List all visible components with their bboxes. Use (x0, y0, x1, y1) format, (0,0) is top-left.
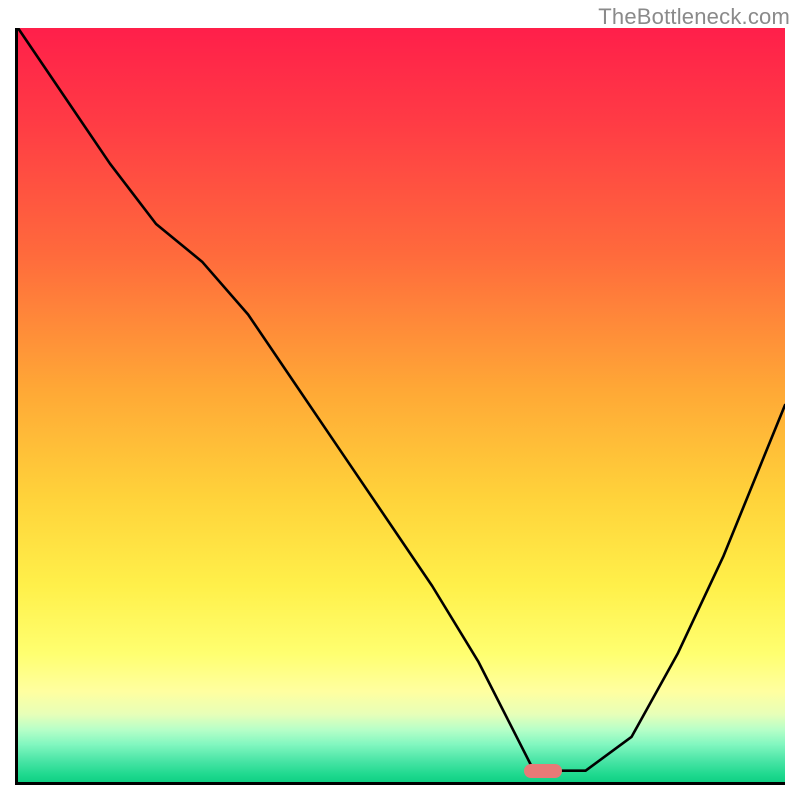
plot-area (15, 28, 785, 785)
watermark-text: TheBottleneck.com (598, 4, 790, 30)
highlight-marker (524, 764, 562, 778)
curve-path (18, 28, 785, 771)
chart-frame: TheBottleneck.com (0, 0, 800, 800)
bottleneck-curve (18, 28, 785, 782)
